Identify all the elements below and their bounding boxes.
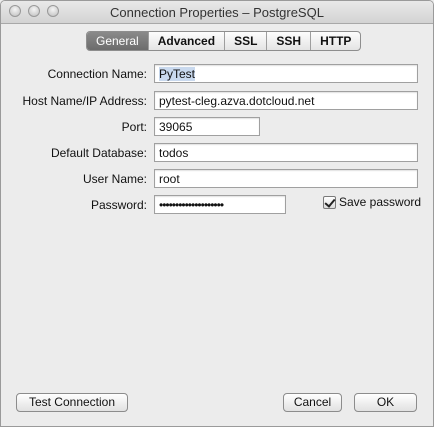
host-field[interactable]: pytest-cleg.azva.dotcloud.net [154,91,418,110]
save-password-label: Save password [339,195,422,209]
user-name-field[interactable]: root [154,169,418,188]
password-label: Password: [90,198,147,212]
connection-name-label: Connection Name: [47,67,147,81]
save-password-option[interactable]: Save password [323,195,421,209]
title-bar: Connection Properties – PostgreSQL [1,1,433,24]
tab-ssl[interactable]: SSL [224,32,266,50]
port-field[interactable]: 39065 [154,117,260,136]
user-name-label: User Name: [82,172,147,186]
window-title: Connection Properties – PostgreSQL [110,5,324,20]
tab-advanced[interactable]: Advanced [147,32,224,50]
tab-ssh[interactable]: SSH [266,32,310,50]
connection-name-value: PyTest [159,67,196,81]
test-connection-button[interactable]: Test Connection [16,393,128,412]
host-label: Host Name/IP Address: [22,94,148,108]
port-label: Port: [121,120,147,134]
tab-general[interactable]: General [87,32,148,50]
cancel-button[interactable]: Cancel [283,393,342,412]
ok-button[interactable]: OK [354,393,417,412]
connection-properties-window: Connection Properties – PostgreSQL Gener… [0,0,434,427]
save-password-checkbox[interactable] [323,195,336,209]
tab-http[interactable]: HTTP [310,32,360,50]
default-database-field[interactable]: todos [154,143,418,162]
connection-name-field[interactable]: PyTest [154,64,418,83]
default-database-label: Default Database: [50,146,147,160]
password-field[interactable]: •••••••••••••••••••• [154,195,286,214]
tab-bar: General Advanced SSL SSH HTTP [86,31,362,51]
